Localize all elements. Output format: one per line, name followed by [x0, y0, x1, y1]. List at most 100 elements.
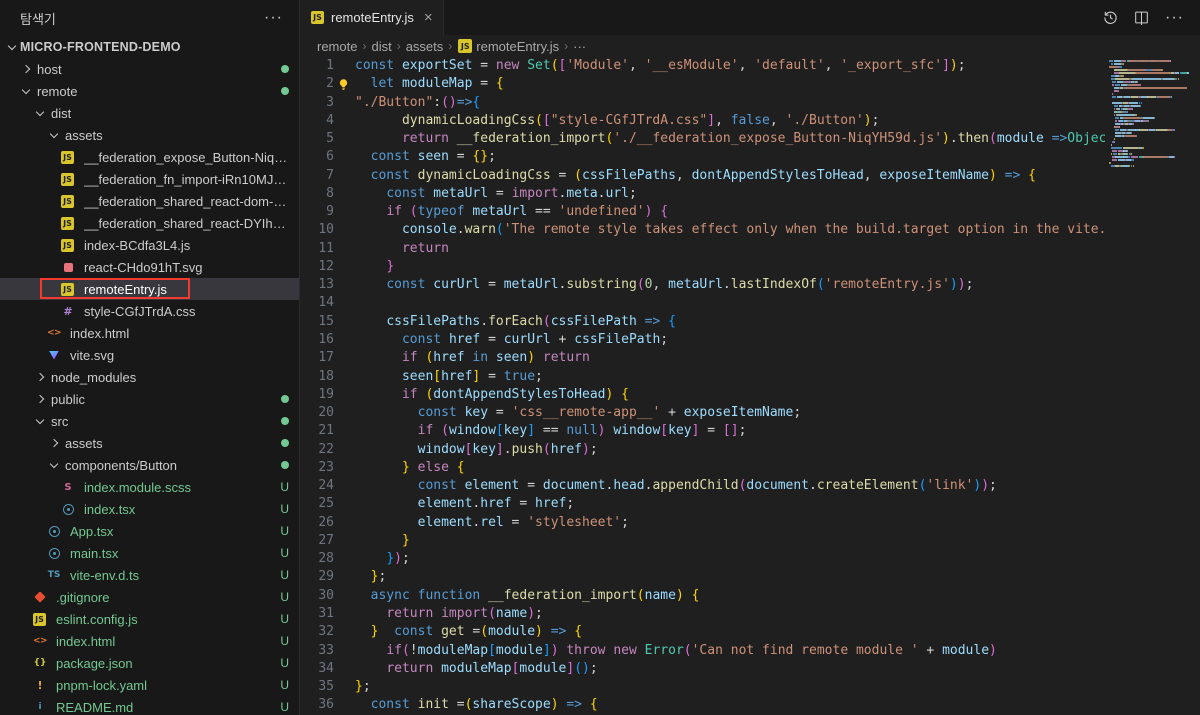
code-line[interactable]: 35};: [300, 678, 1105, 696]
line-number[interactable]: 30: [300, 587, 334, 605]
line-number[interactable]: 7: [300, 167, 334, 185]
line-number[interactable]: 11: [300, 240, 334, 258]
code-line[interactable]: 4 dynamicLoadingCss(["style-CGfJTrdA.css…: [300, 112, 1105, 130]
code-editor[interactable]: 1const exportSet = new Set(['Module', '_…: [300, 57, 1200, 715]
line-number[interactable]: 26: [300, 514, 334, 532]
more-actions-icon[interactable]: ···: [1165, 9, 1184, 27]
code-line[interactable]: 3"./Button":()=>{: [300, 94, 1105, 112]
code-line[interactable]: 10 console.warn('The remote style takes …: [300, 221, 1105, 239]
line-number[interactable]: 18: [300, 368, 334, 386]
tree-item-vite-svg[interactable]: vite.svg: [0, 344, 299, 366]
line-number[interactable]: 3: [300, 94, 334, 112]
code-line[interactable]: 18 seen[href] = true;: [300, 368, 1105, 386]
code-line[interactable]: 1const exportSet = new Set(['Module', '_…: [300, 57, 1105, 75]
line-number[interactable]: 33: [300, 642, 334, 660]
line-number[interactable]: 1: [300, 57, 334, 75]
tree-item-dist[interactable]: dist: [0, 102, 299, 124]
tree-item-public[interactable]: public: [0, 388, 299, 410]
code-line[interactable]: 21 if (window[key] == null) window[key] …: [300, 422, 1105, 440]
tree-item-app-tsx[interactable]: App.tsxU: [0, 520, 299, 542]
code-line[interactable]: 36 const init =(shareScope) => {: [300, 696, 1105, 714]
minimap[interactable]: [1105, 57, 1200, 171]
line-number[interactable]: 20: [300, 404, 334, 422]
tree-item-react-chdo91ht-svg[interactable]: react-CHdo91hT.svg: [0, 256, 299, 278]
line-number[interactable]: 17: [300, 349, 334, 367]
line-number[interactable]: 36: [300, 696, 334, 714]
tree-root-folder[interactable]: MICRO-FRONTEND-DEMO: [0, 36, 299, 58]
tree-item-federation-expose-button-niqy[interactable]: JS__federation_expose_Button-NiqY…: [0, 146, 299, 168]
code-line[interactable]: 14: [300, 294, 1105, 312]
code-line[interactable]: 20 const key = 'css__remote-app__' + exp…: [300, 404, 1105, 422]
line-number[interactable]: 10: [300, 221, 334, 239]
line-number[interactable]: 34: [300, 660, 334, 678]
code-line[interactable]: 19 if (dontAppendStylesToHead) {: [300, 386, 1105, 404]
line-number[interactable]: 5: [300, 130, 334, 148]
code-area[interactable]: 1const exportSet = new Set(['Module', '_…: [300, 57, 1105, 715]
code-line[interactable]: 25 element.href = href;: [300, 495, 1105, 513]
code-line[interactable]: 2 let moduleMap = {: [300, 75, 1105, 93]
code-line[interactable]: 13 const curUrl = metaUrl.substring(0, m…: [300, 276, 1105, 294]
tab-remoteentry-js[interactable]: JS remoteEntry.js ×: [300, 0, 444, 35]
code-line[interactable]: 26 element.rel = 'stylesheet';: [300, 514, 1105, 532]
line-number[interactable]: 6: [300, 148, 334, 166]
line-number[interactable]: 31: [300, 605, 334, 623]
code-line[interactable]: 12 }: [300, 258, 1105, 276]
line-number[interactable]: 12: [300, 258, 334, 276]
code-line[interactable]: 31 return import(name);: [300, 605, 1105, 623]
code-line[interactable]: 30 async function __federation_import(na…: [300, 587, 1105, 605]
breadcrumb-item-remote[interactable]: remote: [317, 39, 357, 54]
tree-item-package-json[interactable]: {}package.jsonU: [0, 652, 299, 674]
code-line[interactable]: 29 };: [300, 568, 1105, 586]
tree-item-node-modules[interactable]: node_modules: [0, 366, 299, 388]
tree-item-eslint-config-js[interactable]: JSeslint.config.jsU: [0, 608, 299, 630]
line-number[interactable]: 9: [300, 203, 334, 221]
line-number[interactable]: 13: [300, 276, 334, 294]
tree-item-components-button[interactable]: components/Button: [0, 454, 299, 476]
tree-item-index-html[interactable]: <>index.html: [0, 322, 299, 344]
tree-item-gitignore[interactable]: .gitignoreU: [0, 586, 299, 608]
code-line[interactable]: 28 });: [300, 550, 1105, 568]
code-line[interactable]: 11 return: [300, 240, 1105, 258]
code-line[interactable]: 15 cssFilePaths.forEach(cssFilePath => {: [300, 313, 1105, 331]
breadcrumb-item-assets[interactable]: assets: [406, 39, 444, 54]
tree-item-remote[interactable]: remote: [0, 80, 299, 102]
line-number[interactable]: 14: [300, 294, 334, 312]
line-number[interactable]: 16: [300, 331, 334, 349]
breadcrumb-item-dist[interactable]: dist: [371, 39, 391, 54]
line-number[interactable]: 19: [300, 386, 334, 404]
line-number[interactable]: 4: [300, 112, 334, 130]
tree-item-federation-fn-import-irn10mjh[interactable]: JS__federation_fn_import-iRn10MJH…: [0, 168, 299, 190]
line-number[interactable]: 29: [300, 568, 334, 586]
tree-item-index-bcdfa3l4-js[interactable]: JSindex-BCdfa3L4.js: [0, 234, 299, 256]
tree-item-vite-env-d-ts[interactable]: TSvite-env.d.tsU: [0, 564, 299, 586]
tree-item-src[interactable]: src: [0, 410, 299, 432]
tree-item-index-module-scss[interactable]: Sindex.module.scssU: [0, 476, 299, 498]
code-line[interactable]: 8 const metaUrl = import.meta.url;: [300, 185, 1105, 203]
split-editor-icon[interactable]: [1134, 10, 1149, 25]
line-number[interactable]: 35: [300, 678, 334, 696]
line-number[interactable]: 23: [300, 459, 334, 477]
line-number[interactable]: 22: [300, 441, 334, 459]
code-line[interactable]: 5 return __federation_import('./__federa…: [300, 130, 1105, 148]
code-line[interactable]: 34 return moduleMap[module]();: [300, 660, 1105, 678]
tree-item-index-tsx[interactable]: index.tsxU: [0, 498, 299, 520]
line-number[interactable]: 8: [300, 185, 334, 203]
line-number[interactable]: 32: [300, 623, 334, 641]
tree-item-remoteentry-js[interactable]: JSremoteEntry.js: [0, 278, 299, 300]
code-line[interactable]: 24 const element = document.head.appendC…: [300, 477, 1105, 495]
line-number[interactable]: 2: [300, 75, 334, 93]
tree-item-pnpm-lock-yaml[interactable]: !pnpm-lock.yamlU: [0, 674, 299, 696]
breadcrumb-item-item[interactable]: ···: [573, 39, 586, 54]
line-number[interactable]: 24: [300, 477, 334, 495]
code-line[interactable]: 7 const dynamicLoadingCss = (cssFilePath…: [300, 167, 1105, 185]
code-line[interactable]: 23 } else {: [300, 459, 1105, 477]
tree-item-assets[interactable]: assets: [0, 432, 299, 454]
code-line[interactable]: 22 window[key].push(href);: [300, 441, 1105, 459]
tree-item-index-html[interactable]: <>index.htmlU: [0, 630, 299, 652]
tree-item-main-tsx[interactable]: main.tsxU: [0, 542, 299, 564]
close-icon[interactable]: ×: [424, 10, 433, 25]
tree-item-assets[interactable]: assets: [0, 124, 299, 146]
tree-item-style-cgfjtrda-css[interactable]: #style-CGfJTrdA.css: [0, 300, 299, 322]
code-line[interactable]: 6 const seen = {};: [300, 148, 1105, 166]
line-number[interactable]: 25: [300, 495, 334, 513]
